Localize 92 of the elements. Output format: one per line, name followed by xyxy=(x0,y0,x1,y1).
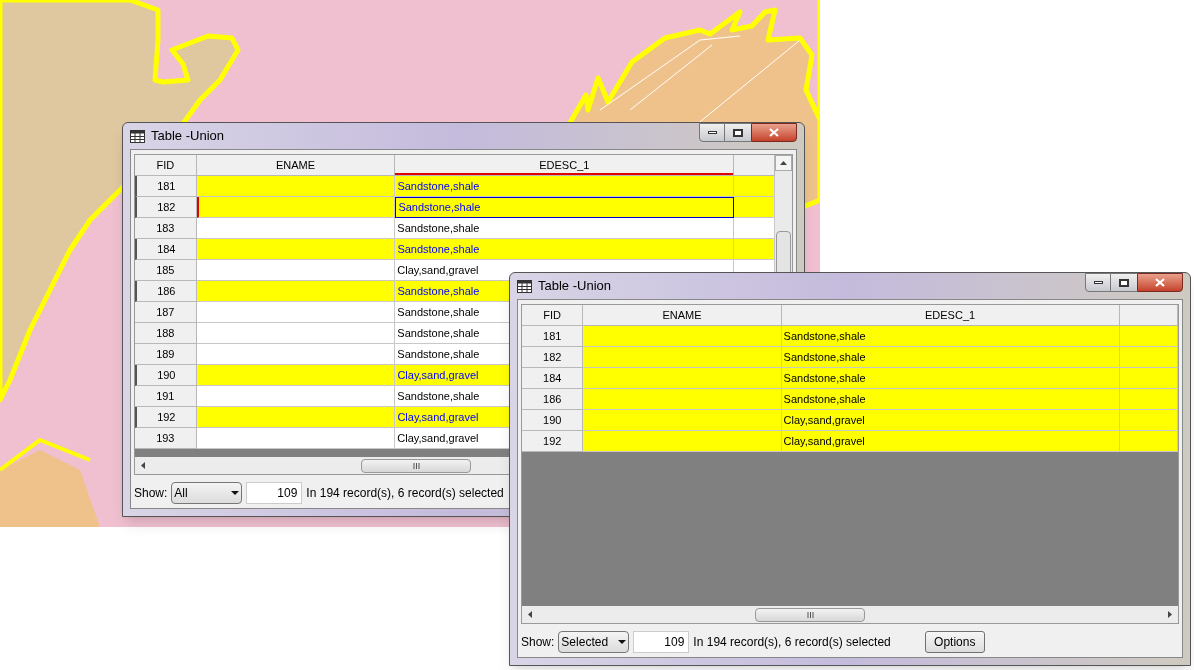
scroll-left-arrow-icon[interactable] xyxy=(528,611,532,618)
table-cell xyxy=(1119,389,1178,410)
table-cell xyxy=(1119,368,1178,389)
row-header-cell[interactable]: 185 xyxy=(135,260,197,281)
table-icon xyxy=(517,279,532,293)
row-header-cell[interactable]: 192 xyxy=(135,407,197,428)
table-cell[interactable] xyxy=(196,386,396,407)
table-cell[interactable] xyxy=(196,218,396,239)
table-cell[interactable]: Sandstone,shale xyxy=(781,347,1120,368)
row-header-cell[interactable]: 182 xyxy=(522,347,584,368)
table-cell[interactable] xyxy=(583,326,782,347)
maximize-button[interactable] xyxy=(1111,273,1137,292)
row-header-cell[interactable]: 184 xyxy=(135,239,197,260)
show-label: Show: xyxy=(521,634,555,651)
grip-icon xyxy=(806,611,814,618)
table-cell xyxy=(734,239,775,260)
table-cell[interactable]: Sandstone,shale xyxy=(395,218,735,239)
dropdown-arrow-icon xyxy=(231,491,240,495)
table-cell[interactable] xyxy=(583,389,782,410)
grip-icon xyxy=(412,462,420,469)
dropdown-arrow-icon xyxy=(618,640,627,644)
row-header-cell[interactable]: 190 xyxy=(522,410,584,431)
show-dropdown[interactable]: Selected xyxy=(558,631,630,653)
table-cell[interactable]: Clay,sand,gravel xyxy=(781,410,1120,431)
row-header-cell[interactable]: 186 xyxy=(135,281,197,302)
row-header-cell[interactable]: 192 xyxy=(522,431,584,452)
table-cell xyxy=(734,218,775,239)
row-header-cell[interactable]: 190 xyxy=(135,365,197,386)
table-cell[interactable]: Sandstone,shale xyxy=(781,368,1120,389)
table-cell[interactable] xyxy=(583,431,782,452)
row-header-cell[interactable]: 181 xyxy=(522,326,584,347)
scrollbar-thumb[interactable] xyxy=(361,458,471,473)
table-cell xyxy=(734,197,775,218)
row-header-cell[interactable]: 187 xyxy=(135,302,197,323)
table-cell[interactable] xyxy=(196,365,396,386)
scroll-up-arrow-icon[interactable] xyxy=(780,160,787,165)
table-cell[interactable] xyxy=(196,407,396,428)
table-cell xyxy=(1119,410,1178,431)
table-cell xyxy=(1119,326,1178,347)
show-dropdown[interactable]: All xyxy=(171,482,243,504)
window-title: Table -Union xyxy=(151,127,224,146)
row-header-cell[interactable]: 184 xyxy=(522,368,584,389)
minimize-button[interactable] xyxy=(1085,273,1111,292)
maximize-button[interactable] xyxy=(725,123,751,142)
column-header[interactable] xyxy=(1119,305,1178,326)
table-cell[interactable]: Sandstone,shale xyxy=(395,176,735,197)
table-cell[interactable]: Clay,sand,gravel xyxy=(781,431,1120,452)
record-number-field[interactable]: 109 xyxy=(246,482,303,504)
table-cell[interactable] xyxy=(196,302,396,323)
options-button[interactable]: Options xyxy=(924,631,985,653)
table-cell[interactable]: Sandstone,shale xyxy=(395,239,735,260)
record-status-text: In 194 record(s), 6 record(s) selected xyxy=(693,634,891,651)
table-cell[interactable] xyxy=(196,344,396,365)
table-cell xyxy=(1119,431,1178,452)
table-cell[interactable] xyxy=(583,368,782,389)
row-header-cell[interactable]: 188 xyxy=(135,323,197,344)
table-cell[interactable] xyxy=(196,197,396,218)
row-header-cell[interactable]: 186 xyxy=(522,389,584,410)
table-cell[interactable] xyxy=(583,410,782,431)
column-header[interactable] xyxy=(734,155,775,176)
row-header-cell[interactable]: 193 xyxy=(135,428,197,449)
row-header-cell[interactable]: 189 xyxy=(135,344,197,365)
table-cell[interactable]: Sandstone,shale xyxy=(395,197,735,218)
scroll-right-arrow-icon[interactable] xyxy=(1168,611,1172,618)
table-cell xyxy=(734,176,775,197)
table-icon xyxy=(130,129,145,143)
scroll-left-arrow-icon[interactable] xyxy=(141,462,145,469)
table-cell[interactable]: Sandstone,shale xyxy=(781,389,1120,410)
table-cell[interactable] xyxy=(196,281,396,302)
row-header-cell[interactable]: 182 xyxy=(135,197,197,218)
row-header-cell[interactable]: 191 xyxy=(135,386,197,407)
table-cell[interactable] xyxy=(196,239,396,260)
table-cell xyxy=(1119,347,1178,368)
record-number-field[interactable]: 109 xyxy=(633,631,690,653)
horizontal-scrollbar[interactable] xyxy=(522,606,1178,623)
scrollbar-thumb[interactable] xyxy=(755,607,865,622)
close-icon xyxy=(769,128,779,137)
row-header-cell[interactable]: 181 xyxy=(135,176,197,197)
table-cell[interactable] xyxy=(196,323,396,344)
close-button[interactable] xyxy=(751,123,797,142)
column-header[interactable]: EDESC_1 xyxy=(395,155,735,176)
show-label: Show: xyxy=(134,485,168,502)
record-status-text: In 194 record(s), 6 record(s) selected xyxy=(306,485,504,502)
table-cell[interactable] xyxy=(196,428,396,449)
table-cell[interactable]: Sandstone,shale xyxy=(781,326,1120,347)
table-cell[interactable] xyxy=(583,347,782,368)
row-header-cell[interactable]: 183 xyxy=(135,218,197,239)
close-icon xyxy=(1155,278,1165,287)
minimize-button[interactable] xyxy=(699,123,725,142)
close-button[interactable] xyxy=(1137,273,1183,292)
table-cell[interactable] xyxy=(196,260,396,281)
table-cell[interactable] xyxy=(196,176,396,197)
